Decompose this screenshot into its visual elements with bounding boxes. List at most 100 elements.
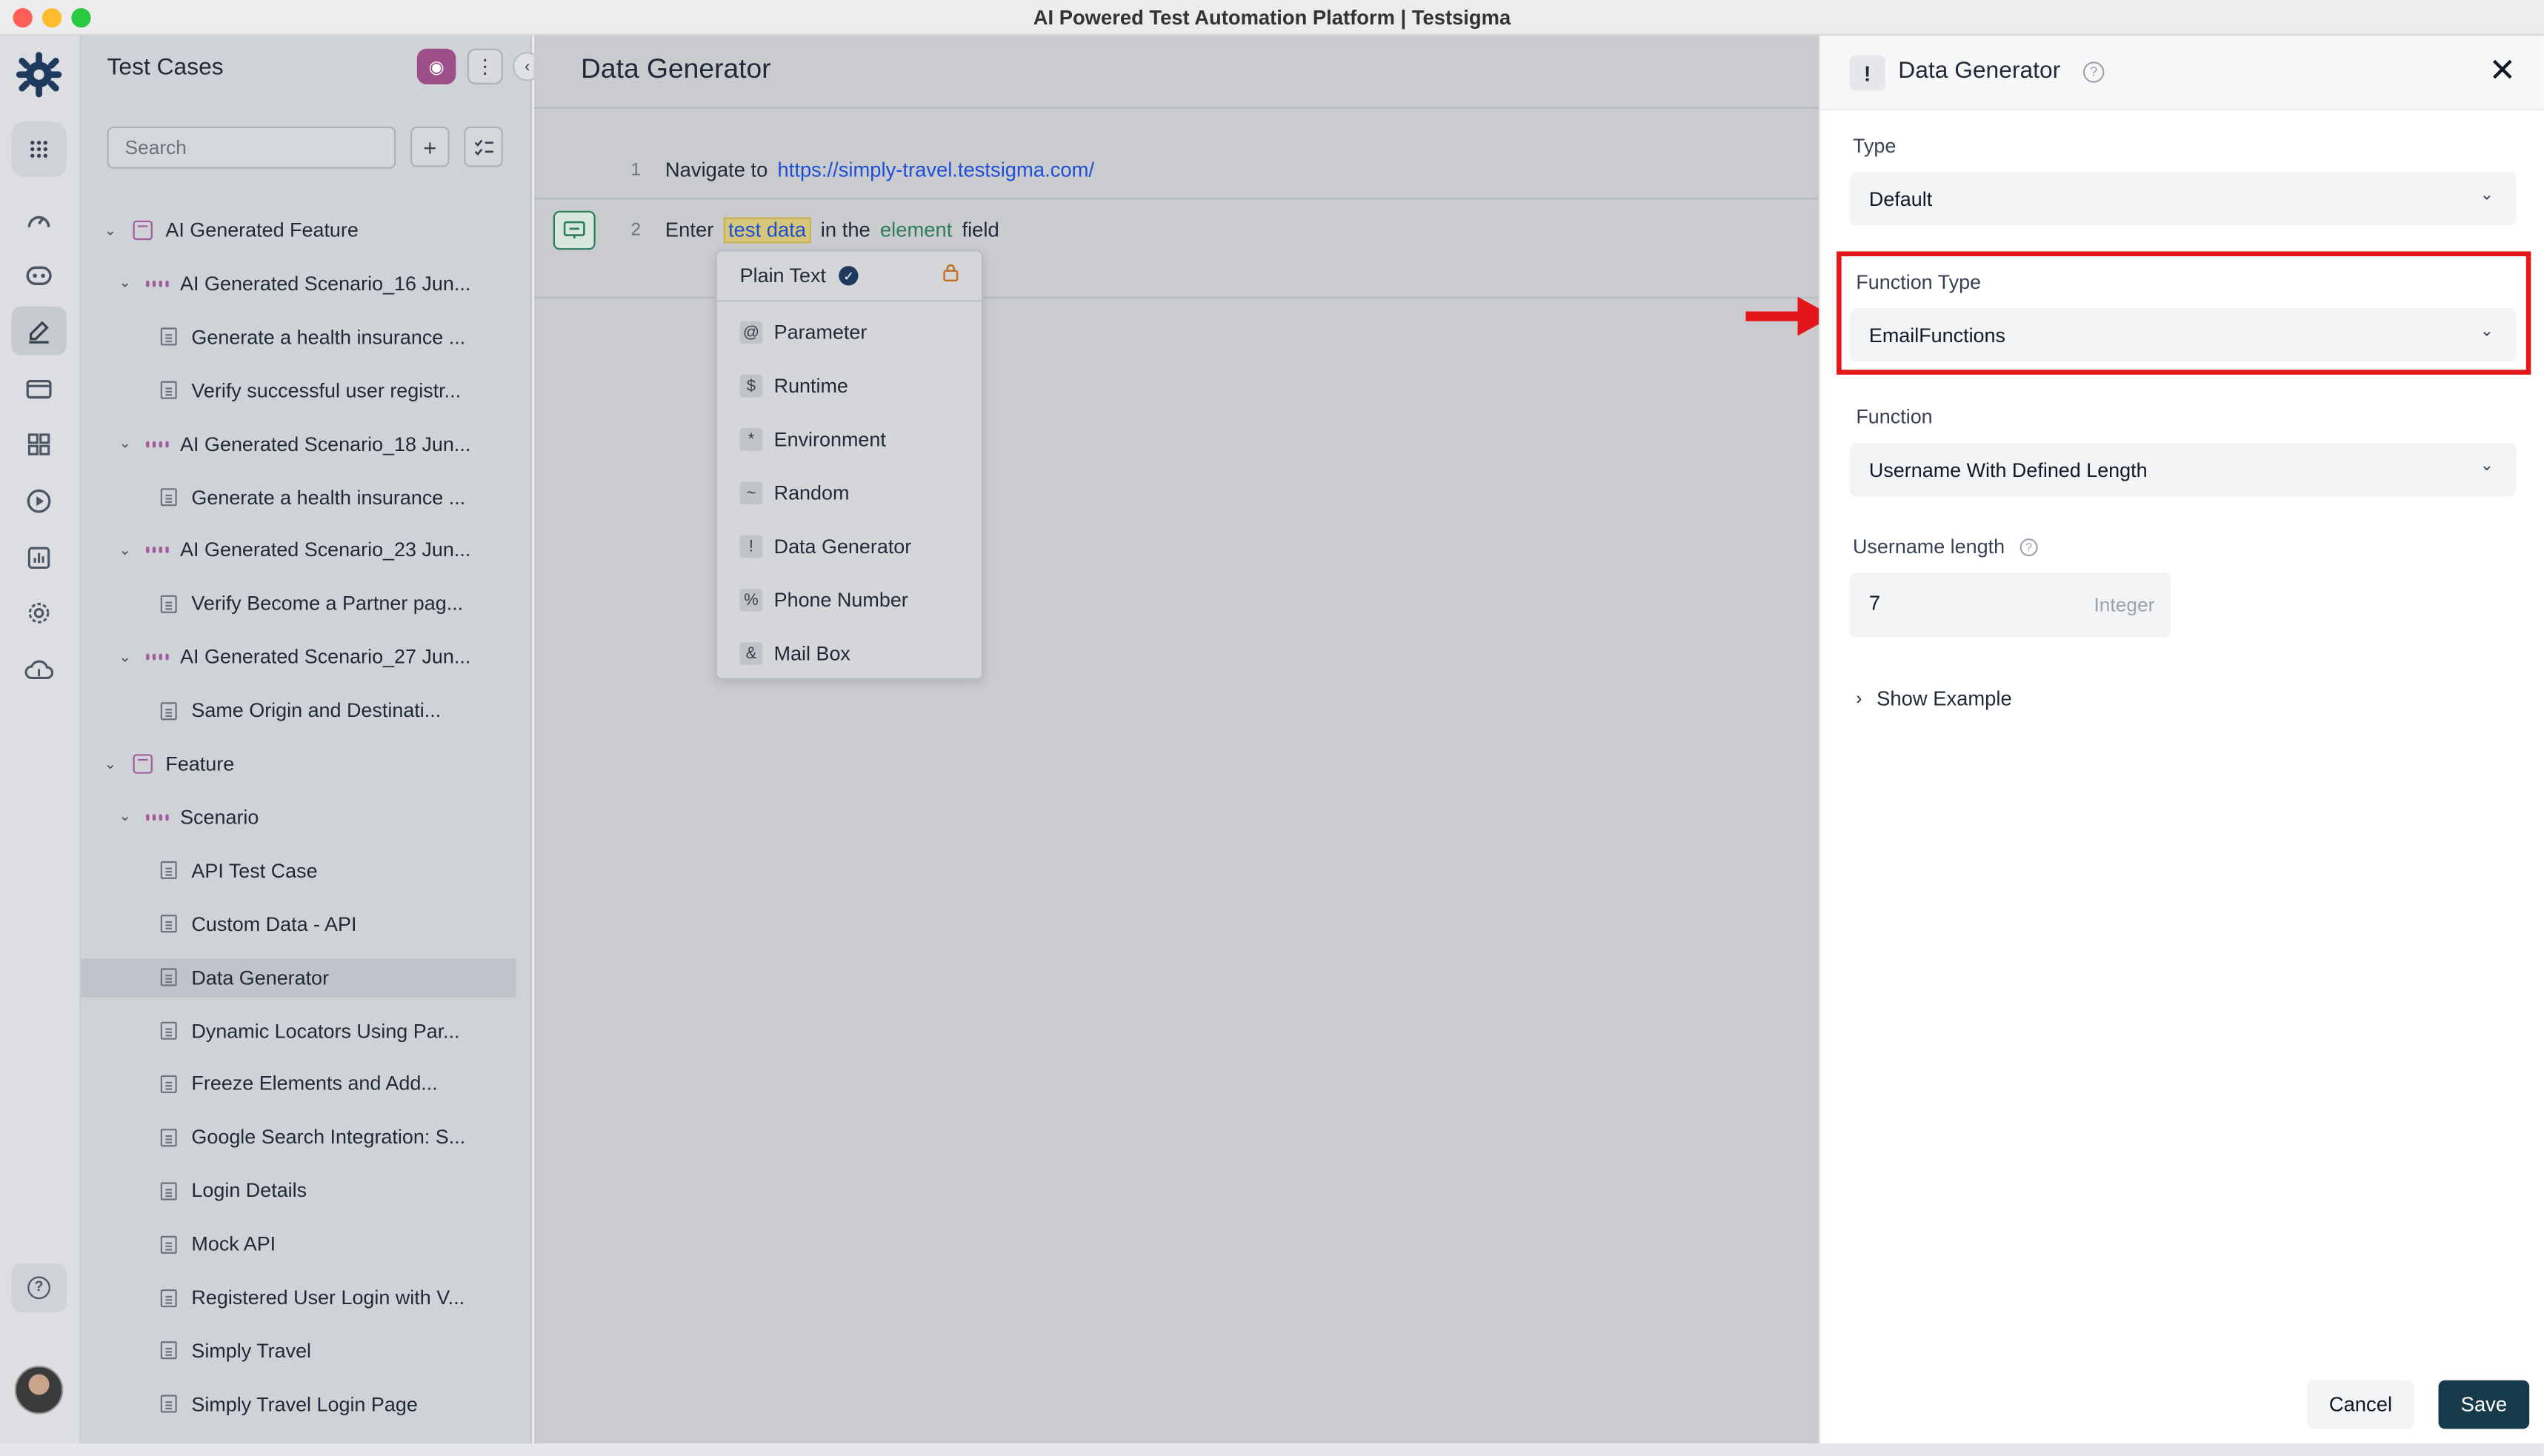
- lock-icon: [943, 264, 959, 282]
- username-length-input[interactable]: 7 Integer: [1849, 572, 2171, 638]
- scenario-item[interactable]: ⌄ AI Generated Scenario_23 Jun...: [81, 531, 516, 570]
- scenario-item[interactable]: ⌄ Scenario: [81, 798, 516, 837]
- modules-icon[interactable]: [21, 427, 56, 462]
- test-case-item[interactable]: API Test Case: [81, 851, 516, 890]
- menu-item-data-generator[interactable]: ! Data Generator: [739, 529, 911, 564]
- testsigma-logo-icon[interactable]: [13, 49, 65, 101]
- test-case-item[interactable]: Generate a health insurance ...: [81, 478, 516, 517]
- info-icon[interactable]: ?: [2082, 61, 2105, 83]
- test-case-item[interactable]: Login Details: [81, 1172, 516, 1211]
- chevron-down-icon[interactable]: ⌄: [115, 541, 134, 559]
- scenario-item[interactable]: ⌄ AI Generated Scenario_16 Jun...: [81, 264, 516, 304]
- test-case-icon: [159, 1181, 179, 1200]
- minimize-window-button[interactable]: [41, 7, 62, 28]
- scenario-icon: [146, 434, 169, 453]
- bulk-select-button[interactable]: [464, 126, 503, 167]
- user-avatar[interactable]: [14, 1365, 64, 1415]
- test-case-item[interactable]: Dynamic Locators Using Par...: [81, 1011, 516, 1050]
- scenario-item[interactable]: ⌄ AI Generated Scenario_18 Jun...: [81, 424, 516, 464]
- feature-item[interactable]: ⌄ Feature: [81, 744, 516, 784]
- show-example-toggle[interactable]: › Show Example: [1856, 688, 2011, 711]
- add-test-case-button[interactable]: +: [410, 126, 450, 167]
- test-case-item[interactable]: Simply Travel: [81, 1332, 516, 1371]
- test-case-icon: [159, 1288, 179, 1307]
- step-url-link[interactable]: https://simply-travel.testsigma.com/: [778, 159, 1094, 182]
- tree-item-label: Verify Become a Partner pag...: [191, 592, 464, 615]
- window-titlebar: AI Powered Test Automation Platform | Te…: [0, 0, 2544, 36]
- type-value: Default: [1868, 187, 1933, 210]
- test-data-icon[interactable]: [21, 372, 56, 407]
- test-case-item[interactable]: Data Generator: [81, 958, 516, 997]
- chevron-down-icon[interactable]: ⌄: [115, 275, 134, 293]
- ai-agent-icon[interactable]: ◉: [416, 48, 456, 84]
- settings-gear-icon[interactable]: [21, 595, 56, 631]
- reports-icon[interactable]: [21, 540, 56, 575]
- menu-item-label: Phone Number: [773, 588, 908, 612]
- test-case-icon: [159, 968, 179, 987]
- data-generator-icon: !: [1849, 55, 1885, 91]
- help-button[interactable]: ?: [11, 1263, 67, 1312]
- chevron-down-icon[interactable]: ⌄: [101, 221, 120, 239]
- window-controls[interactable]: [13, 7, 91, 28]
- more-options-icon[interactable]: ⋮: [467, 48, 503, 84]
- menu-item-phone-number[interactable]: % Phone Number: [739, 582, 908, 618]
- info-icon[interactable]: ?: [2019, 538, 2038, 557]
- test-cases-sidebar: Test Cases ◉ ⋮ ‹ Search + ⌄ AI Generated …: [81, 36, 542, 1456]
- tree-item-label: Generate a health insurance ...: [191, 485, 466, 509]
- scenario-item[interactable]: ⌄ AI Generated Scenario_27 Jun...: [81, 638, 516, 677]
- test-cases-icon[interactable]: [11, 306, 67, 355]
- copilot-icon[interactable]: [21, 258, 56, 293]
- zoom-window-button[interactable]: [71, 7, 91, 28]
- input-type-hint: Integer: [2094, 593, 2155, 617]
- close-icon[interactable]: ✕: [2488, 55, 2516, 87]
- function-label: Function: [1856, 405, 1933, 429]
- apps-grid-icon[interactable]: [11, 121, 67, 177]
- test-case-item[interactable]: Mock API: [81, 1225, 516, 1264]
- tree-item-label: Scenario: [180, 806, 259, 829]
- tree-item-label: Simply Travel: [191, 1339, 312, 1363]
- function-value: Username With Defined Length: [1868, 458, 2148, 481]
- chevron-down-icon[interactable]: ⌄: [101, 755, 120, 772]
- test-case-item[interactable]: Google Search Integration: S...: [81, 1118, 516, 1158]
- divider: [533, 198, 1819, 200]
- test-case-icon: [159, 381, 179, 400]
- function-select[interactable]: Username With Defined Length ⌄: [1849, 442, 2517, 497]
- test-case-item[interactable]: Verify Become a Partner pag...: [81, 584, 516, 624]
- cancel-button[interactable]: Cancel: [2307, 1380, 2414, 1429]
- test-step-1[interactable]: 1 Navigate to https://simply-travel.test…: [534, 141, 1819, 200]
- chevron-down-icon[interactable]: ⌄: [115, 648, 134, 666]
- runs-icon[interactable]: [21, 484, 56, 519]
- function-type-select[interactable]: EmailFunctions ⌄: [1849, 308, 2517, 362]
- menu-item-mail-box[interactable]: & Mail Box: [739, 635, 850, 671]
- menu-item-plain-text[interactable]: Plain Text ✓: [740, 258, 859, 293]
- menu-item-environment[interactable]: * Environment: [739, 421, 886, 457]
- test-case-icon: [159, 1021, 179, 1041]
- test-case-item[interactable]: Same Origin and Destinati...: [81, 691, 516, 730]
- help-icon: ?: [27, 1276, 50, 1300]
- test-case-item[interactable]: Verify successful user registr...: [81, 371, 516, 410]
- test-case-item[interactable]: Simply Travel Login Page: [81, 1385, 516, 1424]
- menu-item-parameter[interactable]: @ Parameter: [739, 315, 867, 350]
- test-case-item[interactable]: Generate a health insurance ...: [81, 318, 516, 357]
- menu-item-random[interactable]: ~ Random: [739, 475, 849, 511]
- close-window-button[interactable]: [13, 7, 33, 28]
- test-case-item[interactable]: Registered User Login with V...: [81, 1278, 516, 1318]
- function-type-label: Function Type: [1856, 270, 1982, 294]
- dashboard-icon[interactable]: [21, 201, 56, 237]
- test-case-item[interactable]: Custom Data - API: [81, 904, 516, 944]
- element-placeholder[interactable]: element: [880, 219, 952, 242]
- test-data-chip[interactable]: test data: [723, 217, 811, 244]
- feature-item[interactable]: ⌄ AI Generated Feature: [81, 211, 516, 250]
- type-select[interactable]: Default ⌄: [1849, 172, 2517, 226]
- search-input[interactable]: Search: [107, 126, 396, 169]
- step-connector-text: in the: [820, 218, 870, 242]
- test-case-item[interactable]: Freeze Elements and Add...: [81, 1064, 516, 1103]
- cloud-upload-icon[interactable]: [21, 652, 56, 687]
- menu-key-icon: $: [739, 374, 763, 398]
- save-button[interactable]: Save: [2438, 1380, 2530, 1429]
- chevron-down-icon[interactable]: ⌄: [115, 808, 134, 826]
- menu-key-icon: !: [739, 535, 763, 558]
- menu-item-runtime[interactable]: $ Runtime: [739, 368, 848, 404]
- chevron-down-icon[interactable]: ⌄: [115, 435, 134, 453]
- test-case-icon: [159, 914, 179, 933]
